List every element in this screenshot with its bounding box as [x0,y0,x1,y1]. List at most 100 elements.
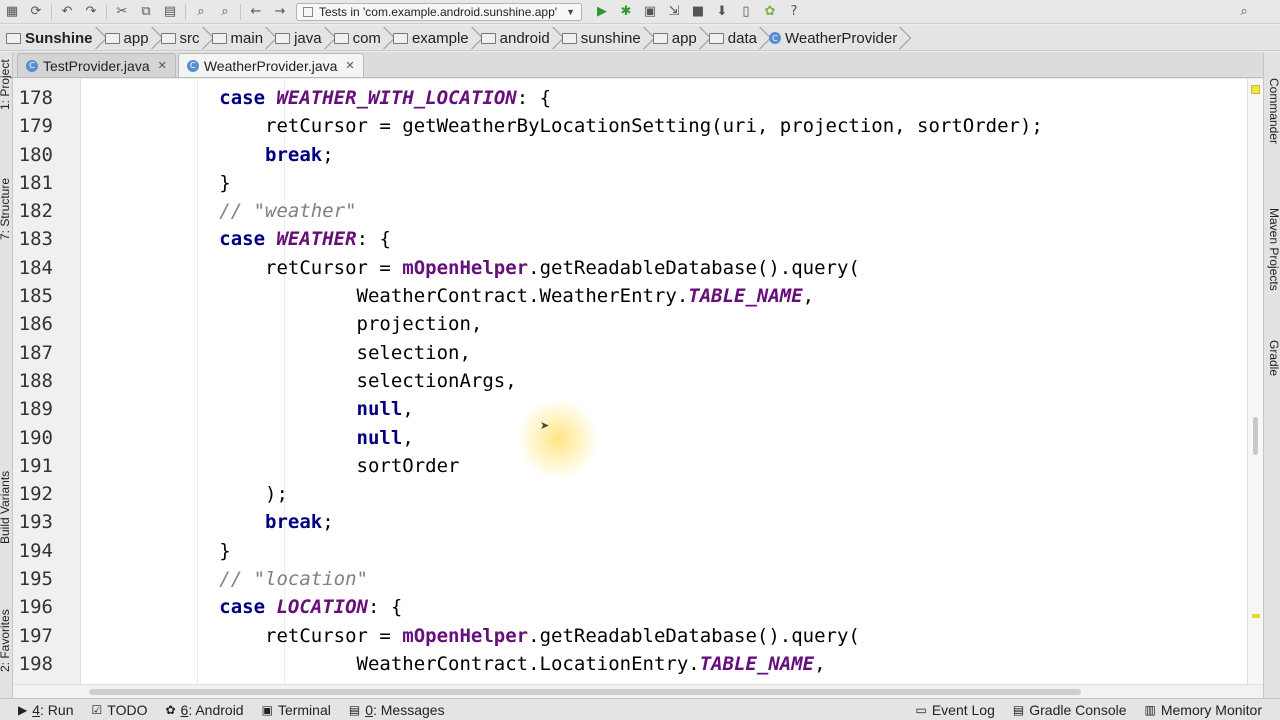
cut-icon[interactable]: ✂ [113,3,131,21]
code-text[interactable]: null, [82,424,414,452]
code-line[interactable]: 198 WeatherContract.LocationEntry.TABLE_… [13,650,1263,678]
breadcrumb-item-sunshine[interactable]: Sunshine [2,27,101,50]
code-text[interactable]: WeatherContract.LocationEntry.TABLE_NAME… [82,650,826,678]
tab-testprovider-java[interactable]: C TestProvider.java ✕ [17,53,176,77]
breadcrumb-item-app[interactable]: app [101,27,157,50]
horizontal-scrollbar-thumb[interactable] [89,689,1081,695]
run-icon[interactable]: ▶ [593,3,611,21]
code-line[interactable]: 189 null, [13,395,1263,423]
sync-icon[interactable]: ⟳ [27,3,45,21]
vertical-scrollbar-thumb[interactable] [1253,417,1258,455]
warning-marker[interactable] [1252,614,1260,618]
bottom-tool-android[interactable]: ✿ 6: Android [165,702,243,718]
search-icon[interactable]: ⌕ [1235,2,1253,20]
code-text[interactable]: sortOrder [82,452,460,480]
attach-icon[interactable]: ⇲ [665,3,683,21]
code-line[interactable]: 194 } [13,537,1263,565]
breadcrumb-item-main[interactable]: main [208,27,272,50]
code-line[interactable]: 193 break; [13,508,1263,536]
debug-icon[interactable]: ✱ [617,3,635,21]
code-line[interactable]: 191 sortOrder [13,452,1263,480]
breadcrumb-item-app[interactable]: app [649,27,705,50]
code-text[interactable]: retCursor = getWeatherByLocationSetting(… [82,112,1043,140]
android-icon[interactable]: ✿ [761,3,779,21]
find-icon[interactable]: ⌕ [192,3,210,21]
run-configuration-select[interactable]: Tests in 'com.example.android.sunshine.a… [296,2,582,21]
code-text[interactable]: selection, [82,339,471,367]
bottom-tool-messages[interactable]: ▤ 0: Messages [349,702,445,718]
code-line[interactable]: 185 WeatherContract.WeatherEntry.TABLE_N… [13,282,1263,310]
copy-icon[interactable]: ⧉ [137,3,155,21]
breadcrumb-item-android[interactable]: android [477,27,558,50]
tab-weatherprovider-java[interactable]: C WeatherProvider.java ✕ [177,53,364,77]
code-editor[interactable]: 178 case WEATHER_WITH_LOCATION: {179 ret… [13,79,1263,684]
code-line[interactable]: 183 case WEATHER: { [13,225,1263,253]
code-text[interactable]: selectionArgs, [82,367,517,395]
breadcrumb-item-java[interactable]: java [271,27,330,50]
code-line[interactable]: 190 null, [13,424,1263,452]
tool-window-build-variants[interactable]: Build Variants [0,471,12,544]
code-text[interactable]: retCursor = mOpenHelper.getReadableDatab… [82,622,860,650]
code-text[interactable]: case WEATHER_WITH_LOCATION: { [82,84,551,112]
help-icon[interactable]: ? [785,3,803,21]
code-text[interactable]: null, [82,395,414,423]
code-text[interactable]: // "location" [82,565,368,593]
code-text[interactable]: case LOCATION: { [82,593,402,621]
code-line[interactable]: 184 retCursor = mOpenHelper.getReadableD… [13,254,1263,282]
breadcrumb-item-sunshine[interactable]: sunshine [558,27,649,50]
code-line[interactable]: 180 break; [13,141,1263,169]
code-text[interactable]: WeatherContract.WeatherEntry.TABLE_NAME, [82,282,815,310]
bottom-tool-event-log[interactable]: ▭ Event Log [915,702,994,718]
code-line[interactable]: 188 selectionArgs, [13,367,1263,395]
coverage-icon[interactable]: ▣ [641,3,659,21]
bottom-tool-todo[interactable]: ☑ TODO [92,702,148,718]
code-line[interactable]: 179 retCursor = getWeatherByLocationSett… [13,112,1263,140]
code-line[interactable]: 187 selection, [13,339,1263,367]
tool-window--structure[interactable]: 7: Structure [0,178,12,240]
bottom-tool-run[interactable]: ▶ 4: Run [18,702,74,718]
code-area[interactable]: 178 case WEATHER_WITH_LOCATION: {179 ret… [13,84,1263,678]
tool-window-commander[interactable]: Commander [1267,78,1280,144]
code-text[interactable]: case WEATHER: { [82,225,391,253]
bottom-tool-memory-monitor[interactable]: ▥ Memory Monitor [1145,702,1262,718]
tool-window--project[interactable]: 1: Project [0,59,12,110]
forward-icon[interactable]: → [271,3,289,21]
breadcrumb-item-com[interactable]: com [330,27,389,50]
save-icon[interactable]: ▦ [3,3,21,21]
code-line[interactable]: 197 retCursor = mOpenHelper.getReadableD… [13,622,1263,650]
paste-icon[interactable]: ▤ [161,3,179,21]
code-text[interactable]: retCursor = mOpenHelper.getReadableDatab… [82,254,860,282]
breadcrumb-item-data[interactable]: data [705,27,765,50]
tool-window-gradle[interactable]: Gradle [1267,340,1280,376]
code-line[interactable]: 196 case LOCATION: { [13,593,1263,621]
bottom-tool-gradle-console[interactable]: ▤ Gradle Console [1013,702,1127,718]
replace-icon[interactable]: ⌕ [216,3,234,21]
horizontal-scrollbar[interactable] [13,684,1263,698]
code-text[interactable]: projection, [82,310,483,338]
avd-icon[interactable]: ▯ [737,3,755,21]
code-text[interactable]: ); [82,480,288,508]
close-icon[interactable]: ✕ [158,59,167,72]
tool-window-maven-projects[interactable]: Maven Projects [1267,208,1280,291]
code-text[interactable]: break; [82,508,334,536]
code-text[interactable]: break; [82,141,334,169]
breadcrumb-item-weatherprovider[interactable]: C WeatherProvider [765,27,905,50]
code-line[interactable]: 186 projection, [13,310,1263,338]
code-text[interactable]: } [82,537,230,565]
inspection-status-icon[interactable] [1251,85,1260,94]
code-text[interactable]: } [82,169,230,197]
breadcrumb-item-example[interactable]: example [389,27,477,50]
close-icon[interactable]: ✕ [345,59,354,72]
code-line[interactable]: 182 // "weather" [13,197,1263,225]
redo-icon[interactable]: ↷ [82,3,100,21]
stop-icon[interactable]: ■ [689,3,707,21]
code-line[interactable]: 178 case WEATHER_WITH_LOCATION: { [13,84,1263,112]
breadcrumb-item-src[interactable]: src [157,27,208,50]
undo-icon[interactable]: ↶ [58,3,76,21]
error-stripe[interactable] [1247,79,1263,684]
tool-window--favorites[interactable]: 2: Favorites [0,609,12,672]
back-icon[interactable]: ← [247,3,265,21]
sdk-icon[interactable]: ⬇ [713,3,731,21]
code-line[interactable]: 195 // "location" [13,565,1263,593]
code-text[interactable]: // "weather" [82,197,356,225]
